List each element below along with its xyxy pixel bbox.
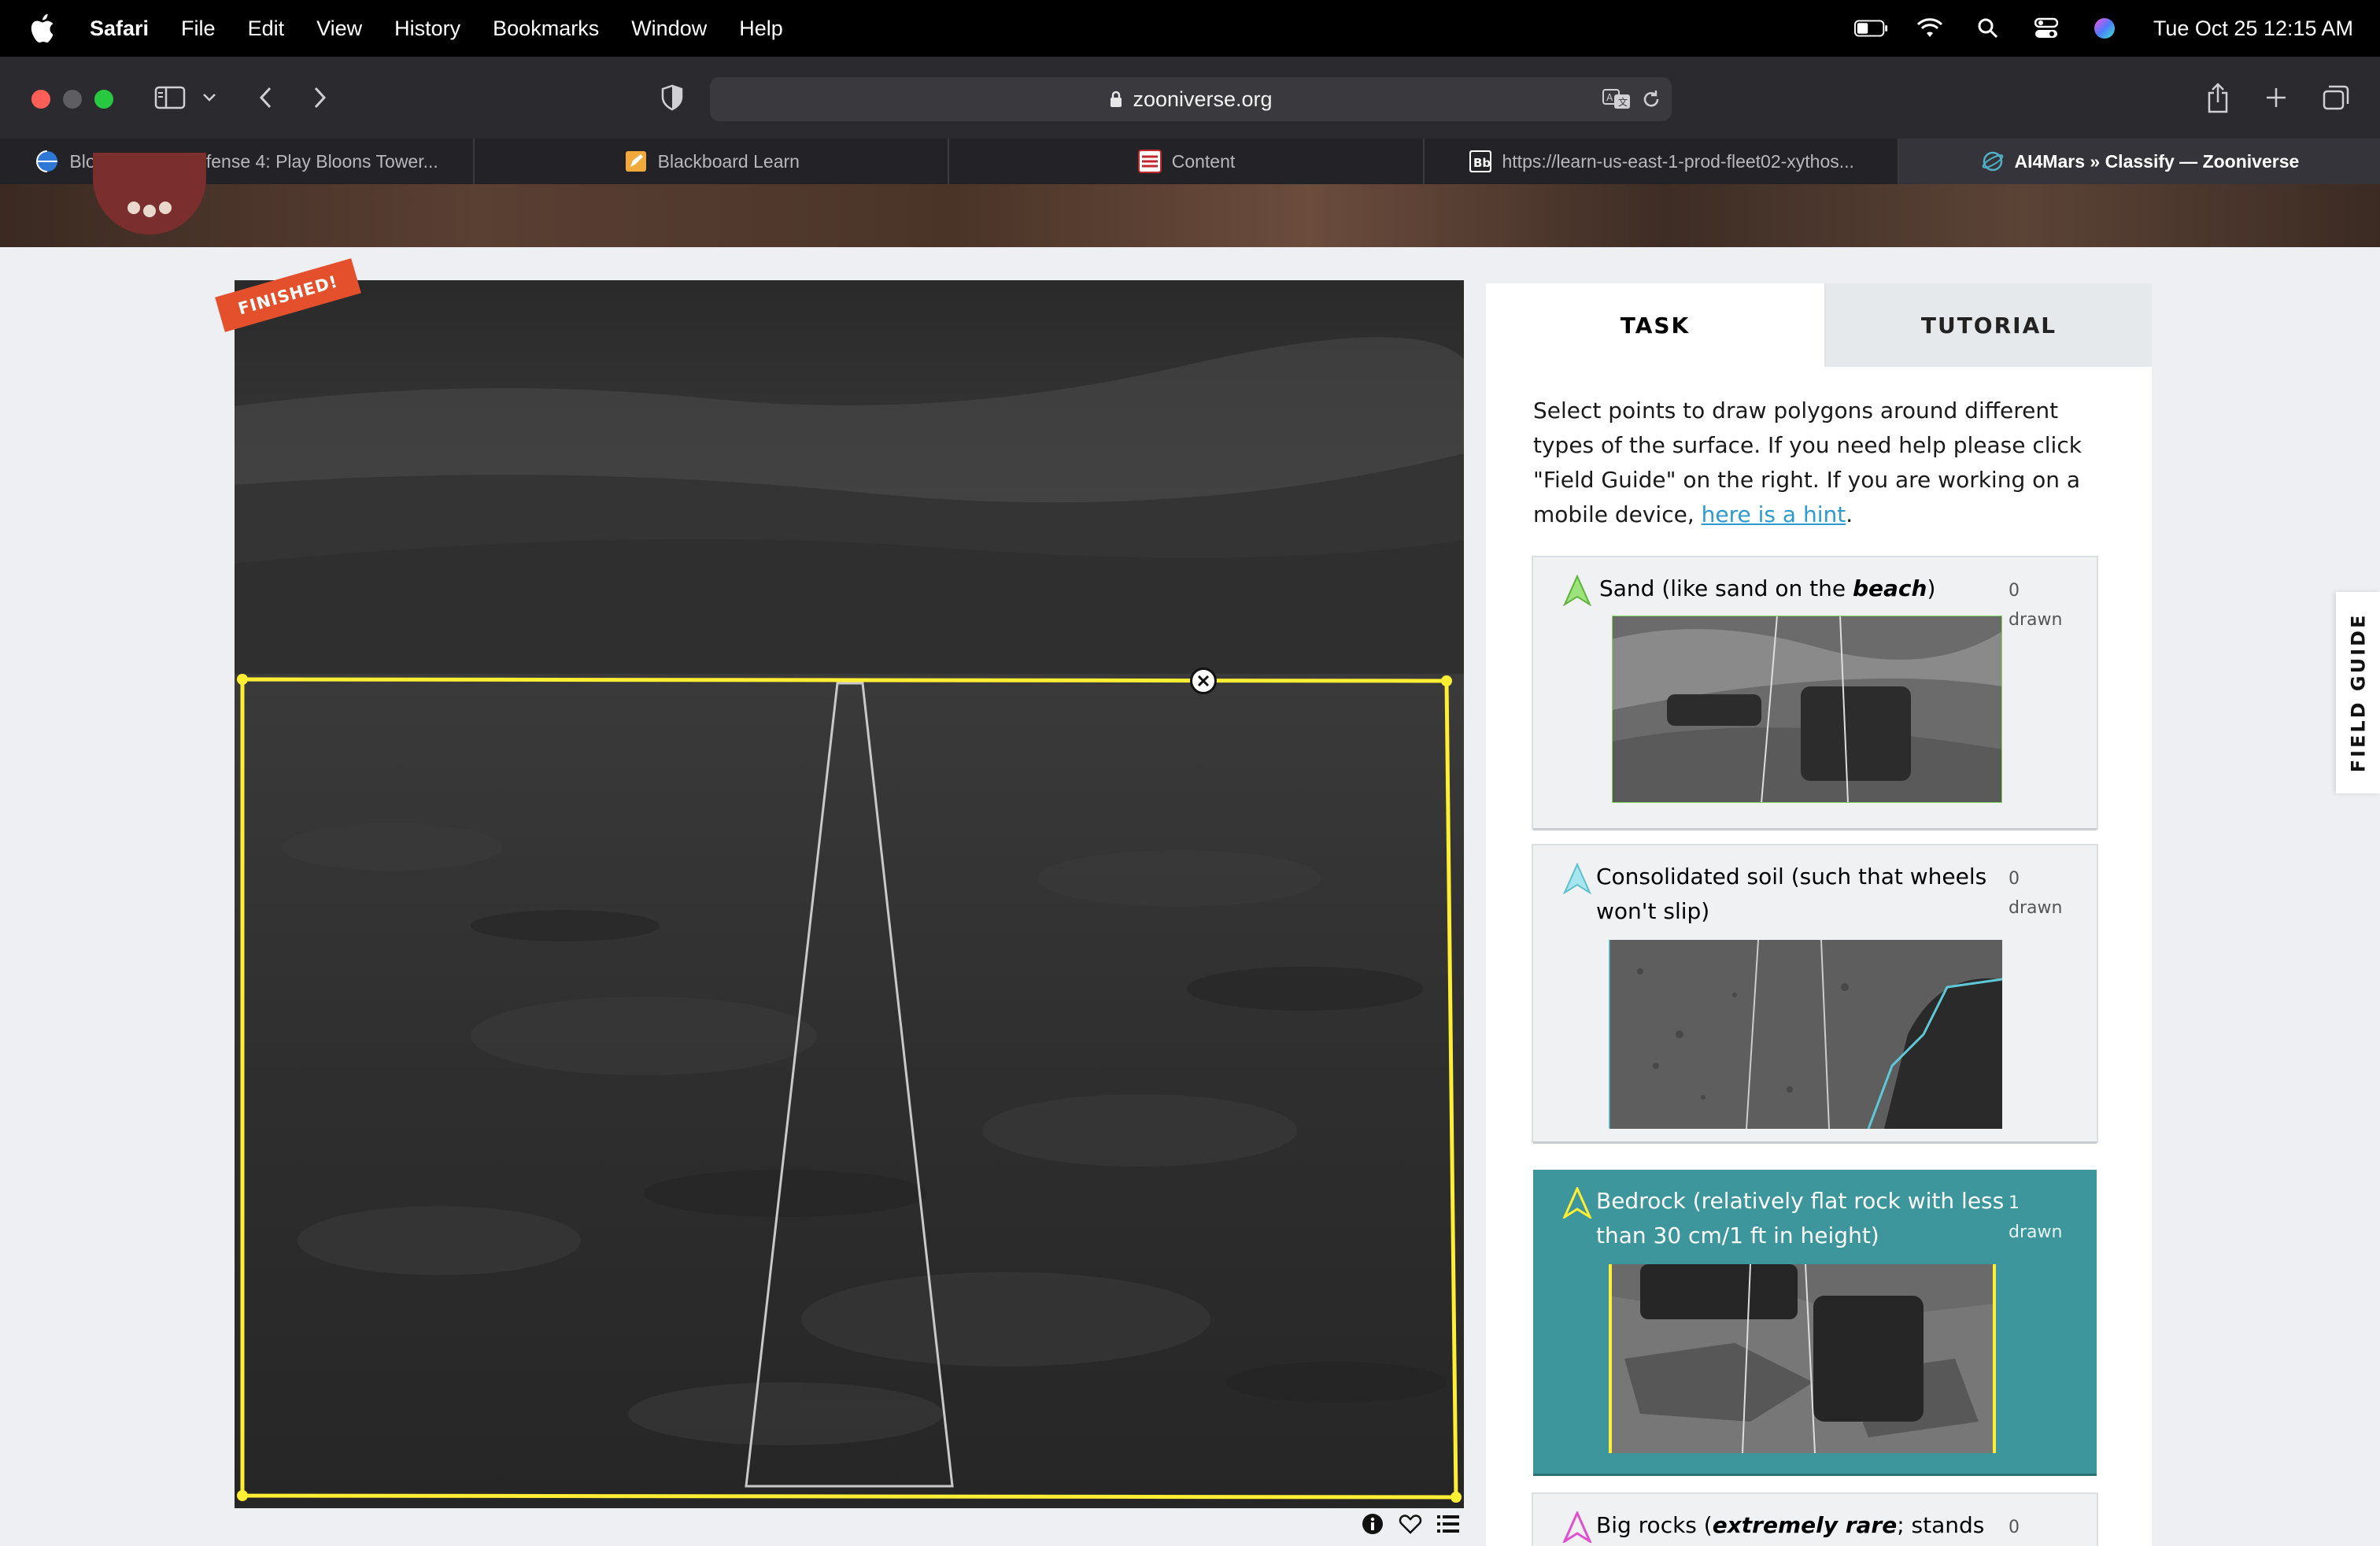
close-window-button[interactable] <box>31 90 50 109</box>
pencil-icon <box>623 149 649 174</box>
translate-icon[interactable]: A文 <box>1601 85 1632 113</box>
sand-example-image <box>1612 616 2002 803</box>
globe-icon <box>35 149 60 174</box>
tool-label: Big rocks (extremely rare; stands <box>1596 1512 1985 1538</box>
panel-tabs: TASK TUTORIAL <box>1486 283 2152 367</box>
field-guide-label: FIELD GUIDE <box>2347 612 2370 773</box>
polygon-tool-icon <box>1563 575 1591 606</box>
polygon-tool-icon <box>1562 1511 1592 1543</box>
share-icon[interactable] <box>2204 80 2232 115</box>
menu-window[interactable]: Window <box>631 17 707 41</box>
svg-text:Bb: Bb <box>1473 156 1491 170</box>
zoom-window-button[interactable] <box>94 90 113 109</box>
back-icon[interactable] <box>253 83 277 112</box>
tool-label: Sand (like sand on the beach) <box>1599 575 1936 601</box>
heart-icon[interactable] <box>1398 1511 1423 1537</box>
content-icon <box>1137 149 1162 174</box>
forward-icon[interactable] <box>309 83 332 112</box>
tool-sand[interactable]: Sand (like sand on the beach) 0 drawn <box>1533 557 2097 828</box>
info-icon[interactable] <box>1360 1511 1385 1537</box>
delete-polygon-icon[interactable] <box>1190 668 1217 694</box>
new-tab-icon[interactable] <box>2262 83 2290 112</box>
url-text: zooniverse.org <box>1133 87 1273 111</box>
zooniverse-icon <box>1980 149 2005 174</box>
menu-clock[interactable]: Tue Oct 25 12:15 AM <box>2153 17 2353 41</box>
reload-icon[interactable] <box>1639 87 1664 112</box>
menu-history[interactable]: History <box>394 17 460 41</box>
field-guide-button[interactable]: FIELD GUIDE <box>2336 592 2380 793</box>
tool-count: 1 drawn <box>2009 1193 2063 1242</box>
menu-file[interactable]: File <box>181 17 216 41</box>
blackboard-icon: Bb <box>1468 149 1493 174</box>
wifi-icon[interactable] <box>1913 14 1947 43</box>
browser-tab-2[interactable]: Blackboard Learn <box>475 139 950 184</box>
browser-tab-1[interactable]: Bloons Tower Defense 4: Play Bloons Towe… <box>0 139 475 184</box>
spotlight-search-icon[interactable] <box>1971 14 2005 43</box>
browser-tab-3[interactable]: Content <box>949 139 1425 184</box>
lock-icon <box>1111 91 1122 107</box>
sidebar-toggle-icon[interactable] <box>153 83 187 112</box>
apple-icon[interactable] <box>30 14 55 43</box>
project-banner <box>0 153 2380 247</box>
tool-count: 0 drawn <box>2009 869 2063 918</box>
polygon-tool-icon <box>1562 1187 1592 1219</box>
tab-tutorial[interactable]: TUTORIAL <box>1824 283 2152 367</box>
project-logo[interactable] <box>93 153 206 235</box>
task-instructions: Select points to draw polygons around di… <box>1533 394 2084 532</box>
svg-text:文: 文 <box>1618 96 1628 108</box>
tab-bar: Bloons Tower Defense 4: Play Bloons Towe… <box>0 139 2380 184</box>
browser-tab-label: https://learn-us-east-1-prod-fleet02-xyt… <box>1502 150 1854 172</box>
menu-view[interactable]: View <box>316 17 362 41</box>
tool-label: Consolidated soil (such that wheels won'… <box>1596 864 1987 924</box>
tool-count: 0 drawn <box>2009 581 2063 630</box>
privacy-shield-icon[interactable] <box>658 83 686 112</box>
tab-overview-icon[interactable] <box>2320 83 2352 112</box>
browser-tab-5[interactable]: AI4Mars » Classify — Zooniverse <box>1898 139 2380 184</box>
chevron-down-icon[interactable] <box>198 88 220 107</box>
menu-app-name[interactable]: Safari <box>90 17 149 41</box>
hint-link[interactable]: here is a hint <box>1702 501 1846 527</box>
minimize-window-button[interactable] <box>63 90 82 109</box>
menu-help[interactable]: Help <box>739 17 783 41</box>
menu-bookmarks[interactable]: Bookmarks <box>493 17 599 41</box>
tool-big-rocks[interactable]: Big rocks (extremely rare; stands 0 <box>1533 1494 2097 1546</box>
svg-text:A: A <box>1606 92 1613 103</box>
browser-tab-label: Content <box>1171 150 1236 172</box>
browser-tab-label: Blackboard Learn <box>657 150 800 172</box>
bedrock-example-image <box>1609 1264 1996 1453</box>
tool-label: Bedrock (relatively flat rock with less … <box>1596 1188 2005 1248</box>
tab-task[interactable]: TASK <box>1486 283 1824 367</box>
subject-image[interactable] <box>235 280 1464 1508</box>
menu-edit[interactable]: Edit <box>248 17 285 41</box>
address-bar[interactable]: zooniverse.org A文 <box>710 77 1672 121</box>
tool-count: 0 <box>2009 1518 2020 1537</box>
subject-toolbar <box>1360 1510 1461 1538</box>
menu-bar: Safari File Edit View History Bookmarks … <box>0 0 2380 57</box>
polygon-tool-icon <box>1563 863 1591 894</box>
control-center-icon[interactable] <box>2029 14 2064 43</box>
battery-icon[interactable] <box>1853 14 1889 43</box>
instructions-end: . <box>1846 501 1853 527</box>
task-panel: TASK TUTORIAL Select points to draw poly… <box>1486 283 2152 1546</box>
collections-list-icon[interactable] <box>1436 1511 1461 1537</box>
tool-consolidated-soil[interactable]: Consolidated soil (such that wheels won'… <box>1533 845 2097 1141</box>
soil-example-image <box>1609 940 2002 1129</box>
browser-tab-label: AI4Mars » Classify — Zooniverse <box>2014 150 2300 172</box>
siri-icon[interactable] <box>2087 14 2122 43</box>
browser-tab-4[interactable]: Bb https://learn-us-east-1-prod-fleet02-… <box>1425 139 1899 184</box>
tool-bedrock[interactable]: Bedrock (relatively flat rock with less … <box>1533 1170 2097 1474</box>
